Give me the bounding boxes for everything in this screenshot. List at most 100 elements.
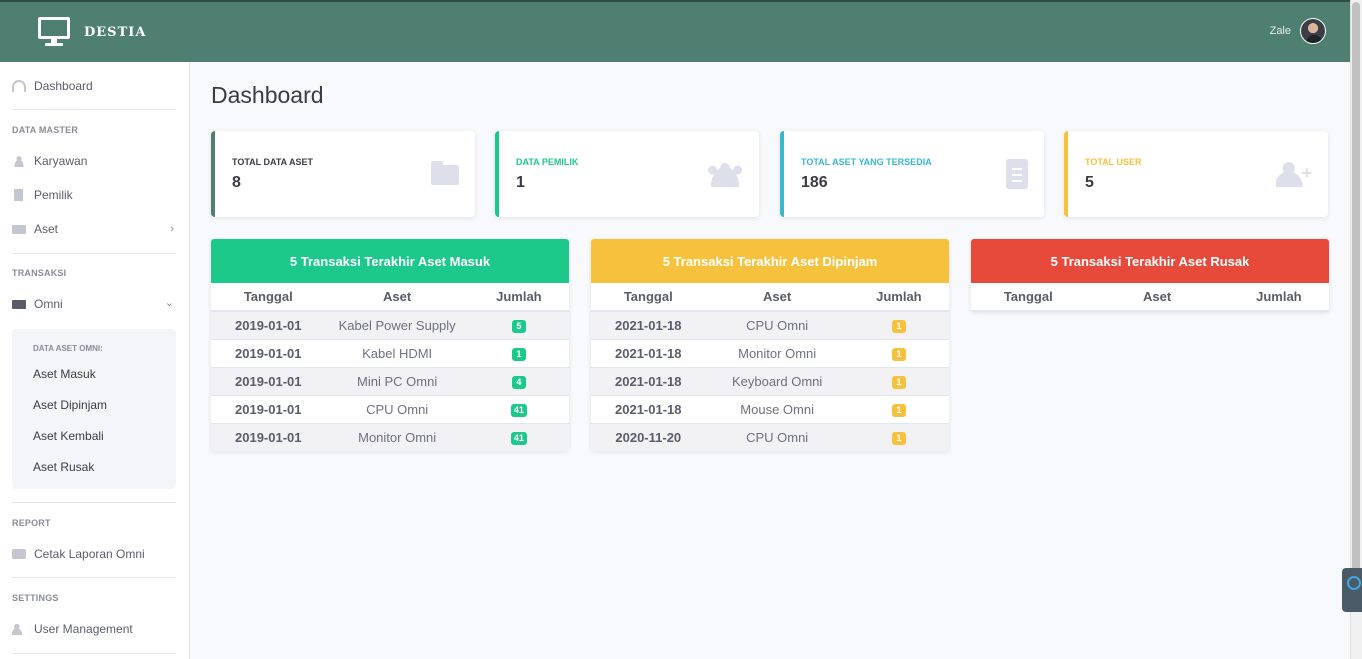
card-data-pemilik: DATA PEMILIK 1 (495, 131, 759, 217)
sidebar-item-karyawan[interactable]: Karyawan (12, 147, 176, 175)
page-title: Dashboard (211, 82, 324, 108)
sidebar-item-aset[interactable]: Aset › (12, 215, 176, 243)
jumlah-badge: 1 (891, 404, 906, 417)
card-total-aset-tersedia: TOTAL ASET YANG TERSEDIA 186 (780, 131, 1044, 217)
brand-name: DESTIA (84, 24, 147, 40)
sidebar-item-label: Dashboard (34, 79, 93, 93)
card-label: TOTAL USER (1085, 157, 1142, 167)
cell-aset: CPU Omni (705, 422, 849, 451)
sidebar-divider (12, 109, 176, 110)
building-icon (14, 189, 23, 201)
cell-tanggal: 2019-01-01 (211, 422, 326, 451)
cell-aset: Kabel Power Supply (325, 310, 469, 339)
section-data-master: DATA MASTER (12, 125, 79, 135)
card-label: DATA PEMILIK (516, 157, 579, 167)
cell-aset: CPU Omni (705, 310, 849, 339)
column-header: Tanggal (971, 283, 1086, 312)
sidebar-divider (12, 653, 176, 654)
section-settings: SETTINGS (12, 593, 59, 603)
column-header: Jumlah (848, 283, 949, 312)
panel-aset-rusak: 5 Transaksi Terakhir Aset Rusak Tanggal … (971, 239, 1329, 312)
sidebar-item-dashboard[interactable]: Dashboard (12, 72, 176, 100)
cell-jumlah: 41 (468, 394, 569, 423)
folder-open-icon (12, 299, 26, 309)
jumlah-badge: 41 (510, 404, 527, 417)
sidebar-divider (12, 577, 176, 578)
clipboard-list-icon (1006, 159, 1028, 189)
table-row: 2019-01-01 Monitor Omni 41 (211, 422, 569, 451)
floating-widget-button[interactable] (1342, 568, 1362, 612)
column-header: Jumlah (1228, 283, 1329, 312)
sidebar-divider (12, 253, 176, 254)
sidebar-item-user-management[interactable]: User Management (12, 615, 176, 643)
user-dropdown[interactable]: Zale (1270, 18, 1326, 44)
print-icon (12, 549, 26, 559)
card-value: 5 (1085, 174, 1094, 191)
cell-tanggal: 2020-11-20 (591, 422, 706, 451)
cell-tanggal: 2021-01-18 (591, 394, 706, 423)
column-header: Jumlah (468, 283, 569, 312)
submenu-item-aset-masuk[interactable]: Aset Masuk (33, 367, 96, 381)
sidebar-item-label: User Management (34, 622, 133, 636)
sidebar-item-label: Aset (34, 222, 59, 236)
submenu-item-aset-dipinjam[interactable]: Aset Dipinjam (33, 398, 107, 412)
cell-tanggal: 2021-01-18 (591, 310, 706, 339)
table-row: 2021-01-18 CPU Omni 1 (591, 310, 949, 339)
cell-jumlah: 4 (468, 366, 569, 395)
sidebar-item-pemilik[interactable]: Pemilik (12, 181, 176, 209)
table-row: 2019-01-01 Mini PC Omni 4 (211, 366, 569, 395)
table-row: 2019-01-01 CPU Omni 41 (211, 394, 569, 423)
cell-aset: Kabel HDMI (325, 338, 469, 367)
card-value: 186 (801, 174, 828, 191)
card-total-data-aset: TOTAL DATA ASET 8 (211, 131, 475, 217)
sidebar-item-omni[interactable]: Omni ⌄ (12, 290, 176, 318)
section-report: REPORT (12, 518, 51, 528)
brand-link[interactable]: DESTIA (38, 17, 146, 47)
table-aset-rusak: Tanggal Aset Jumlah (971, 283, 1329, 312)
sidebar-divider (12, 502, 176, 503)
jumlah-badge: 1 (891, 320, 906, 334)
jumlah-badge: 41 (510, 432, 527, 446)
sidebar-item-label: Omni (34, 297, 63, 311)
jumlah-badge: 1 (891, 348, 906, 361)
user-plus-icon (1276, 161, 1312, 187)
panel-title: 5 Transaksi Terakhir Aset Masuk (211, 239, 569, 283)
folder-icon (12, 224, 26, 234)
jumlah-badge: 1 (891, 432, 906, 446)
sidebar-item-label: Pemilik (34, 188, 73, 202)
chevron-down-icon: ⌄ (164, 297, 174, 309)
scrollbar-thumb[interactable] (1352, 2, 1360, 612)
table-row: 2021-01-18 Monitor Omni 1 (591, 338, 949, 367)
sidebar-item-cetak-laporan[interactable]: Cetak Laporan Omni (12, 540, 176, 568)
widget-icon (1347, 576, 1361, 590)
submenu-item-aset-rusak[interactable]: Aset Rusak (33, 460, 94, 474)
cell-tanggal: 2019-01-01 (211, 338, 326, 367)
jumlah-badge: 5 (511, 320, 526, 334)
cell-tanggal: 2019-01-01 (211, 310, 326, 339)
cell-tanggal: 2021-01-18 (591, 366, 706, 395)
sidebar-item-label: Karyawan (34, 154, 88, 168)
cell-jumlah: 1 (848, 366, 949, 395)
desktop-icon (38, 17, 70, 47)
user-name: Zale (1269, 25, 1291, 37)
chevron-right-icon: › (170, 223, 174, 235)
column-header: Aset (1085, 283, 1229, 312)
table-row: 2021-01-18 Mouse Omni 1 (591, 394, 949, 423)
cell-aset: Monitor Omni (325, 422, 469, 451)
page-scrollbar[interactable] (1350, 0, 1362, 659)
submenu-item-aset-kembali[interactable]: Aset Kembali (33, 429, 104, 443)
table-row: 2021-01-18 Keyboard Omni 1 (591, 366, 949, 395)
cell-aset: Monitor Omni (705, 338, 849, 367)
table-row: 2019-01-01 Kabel HDMI 1 (211, 338, 569, 367)
cell-jumlah: 5 (468, 310, 569, 339)
tachometer-icon (12, 80, 26, 92)
table-row: 2019-01-01 Kabel Power Supply 5 (211, 310, 569, 339)
cell-jumlah: 1 (848, 310, 949, 339)
jumlah-badge: 1 (511, 348, 526, 361)
card-label: TOTAL ASET YANG TERSEDIA (801, 157, 932, 167)
cell-tanggal: 2021-01-18 (591, 338, 706, 367)
column-header: Tanggal (591, 283, 706, 312)
sidebar-item-label: Cetak Laporan Omni (34, 547, 145, 561)
cell-jumlah: 1 (848, 338, 949, 367)
section-transaksi: TRANSAKSI (12, 268, 67, 278)
